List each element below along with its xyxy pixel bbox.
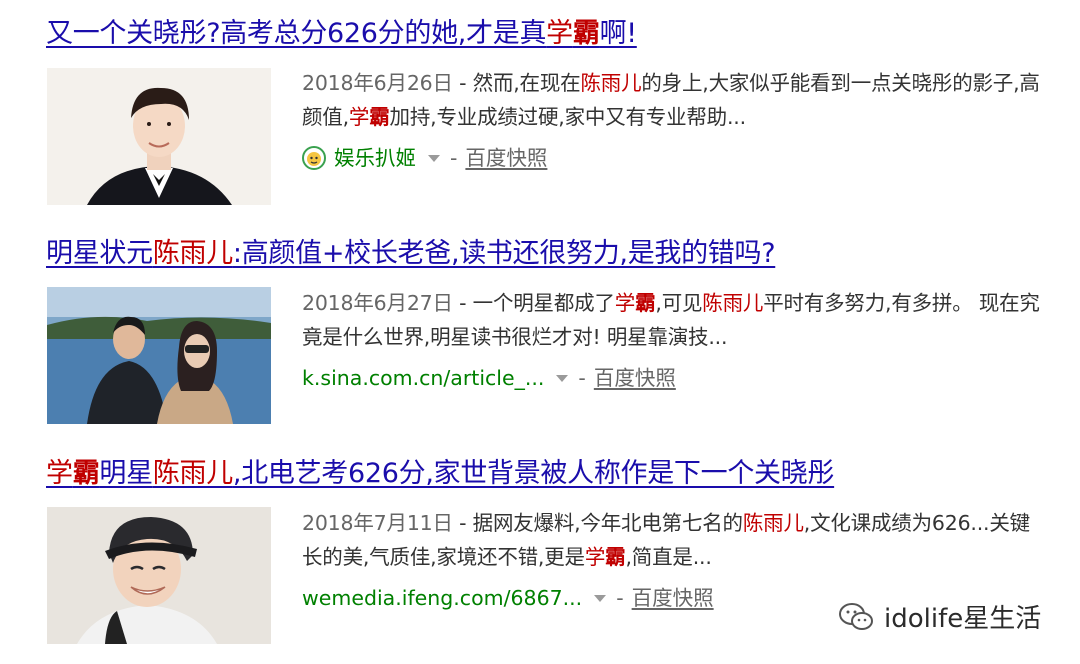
keyword-highlight: 陈雨儿 <box>580 71 642 95</box>
text-segment: 明星状元 <box>46 238 153 269</box>
source-name-link[interactable]: 娱乐扒姬 <box>334 143 416 173</box>
separator: - <box>450 146 458 170</box>
result-thumbnail[interactable] <box>47 507 271 644</box>
text-segment: - 然而,在现在 <box>452 71 581 95</box>
result-abstract: 2018年7月11日 - 据网友爆料,今年北电第七名的陈雨儿,文化课成绩为626… <box>302 506 1047 574</box>
keyword-highlight: 学 <box>584 545 606 569</box>
result-title-link[interactable]: 明星状元陈雨儿:高颜值+校长老爸,读书还很努力,是我的错吗? <box>46 236 776 272</box>
keyword-highlight: 学 <box>348 105 370 129</box>
separator: - <box>616 586 624 610</box>
keyword-highlight: 陈雨儿 <box>152 458 233 489</box>
result-date: 2018年6月26日 <box>302 71 453 95</box>
snapshot-link[interactable]: 百度快照 <box>594 363 676 393</box>
text-segment: ,可见 <box>655 291 703 315</box>
result-thumbnail[interactable] <box>47 68 271 205</box>
keyword-highlight: 学 <box>546 18 573 49</box>
chevron-down-icon[interactable] <box>428 154 440 162</box>
result-title-link[interactable]: 又一个关晓彤?高考总分626分的她,才是真学霸啊! <box>46 16 637 52</box>
separator: - <box>578 366 586 390</box>
text-segment: 加持,专业成绩过硬,家中又有专业帮助... <box>389 105 747 129</box>
person-photo <box>47 507 271 644</box>
wechat-icon <box>839 602 873 630</box>
result-url[interactable]: wemedia.ifeng.com/6867... <box>302 583 582 613</box>
keyword-highlight: 霸 <box>72 458 100 489</box>
result-meta: wemedia.ifeng.com/6867... - 百度快照 <box>302 583 714 613</box>
result-meta: k.sina.com.cn/article_... - 百度快照 <box>302 363 676 393</box>
text-segment: 明星 <box>99 458 153 489</box>
text-segment: - 据网友爆料,今年北电第七名的 <box>452 511 743 535</box>
text-segment: 啊! <box>599 18 638 49</box>
result-abstract: 2018年6月26日 - 然而,在现在陈雨儿的身上,大家似乎能看到一点关晓彤的影… <box>302 66 1047 134</box>
result-title-link[interactable]: 学霸明星陈雨儿,北电艺考626分,家世背景被人称作是下一个关晓彤 <box>46 456 834 492</box>
result-meta: 娱乐扒姬 - 百度快照 <box>302 143 547 173</box>
keyword-highlight: 学 <box>614 291 636 315</box>
chevron-down-icon[interactable] <box>594 594 607 602</box>
keyword-highlight: 陈雨儿 <box>702 291 764 315</box>
snapshot-link[interactable]: 百度快照 <box>465 143 547 173</box>
watermark: idolife星生活 <box>838 598 1041 635</box>
face-avatar-icon <box>302 146 326 170</box>
keyword-highlight: 霸 <box>369 105 390 129</box>
result-date: 2018年7月11日 <box>302 511 453 535</box>
chevron-down-icon[interactable] <box>556 374 569 382</box>
keyword-highlight: 霸 <box>572 18 600 49</box>
snapshot-link[interactable]: 百度快照 <box>632 583 714 613</box>
result-date: 2018年6月27日 <box>302 291 453 315</box>
group-photo <box>47 287 271 424</box>
keyword-highlight: 霸 <box>605 545 626 569</box>
keyword-highlight: 陈雨儿 <box>742 511 804 535</box>
text-segment: - 一个明星都成了 <box>452 291 615 315</box>
keyword-highlight: 学 <box>46 458 73 489</box>
result-url[interactable]: k.sina.com.cn/article_... <box>302 363 544 393</box>
keyword-highlight: 陈雨儿 <box>152 238 233 269</box>
text-segment: ,北电艺考626分,家世背景被人称作是下一个关晓彤 <box>232 458 835 489</box>
person-photo <box>47 68 271 205</box>
keyword-highlight: 霸 <box>635 291 656 315</box>
text-segment: 又一个关晓彤?高考总分626分的她,才是真 <box>46 18 547 49</box>
text-segment: :高颜值+校长老爸,读书还很努力,是我的错吗? <box>232 238 776 269</box>
text-segment: ,简直是... <box>625 545 712 569</box>
result-abstract: 2018年6月27日 - 一个明星都成了学霸,可见陈雨儿平时有多努力,有多拼。 … <box>302 286 1047 354</box>
result-thumbnail[interactable] <box>47 287 271 424</box>
watermark-text: idolife星生活 <box>884 604 1042 634</box>
